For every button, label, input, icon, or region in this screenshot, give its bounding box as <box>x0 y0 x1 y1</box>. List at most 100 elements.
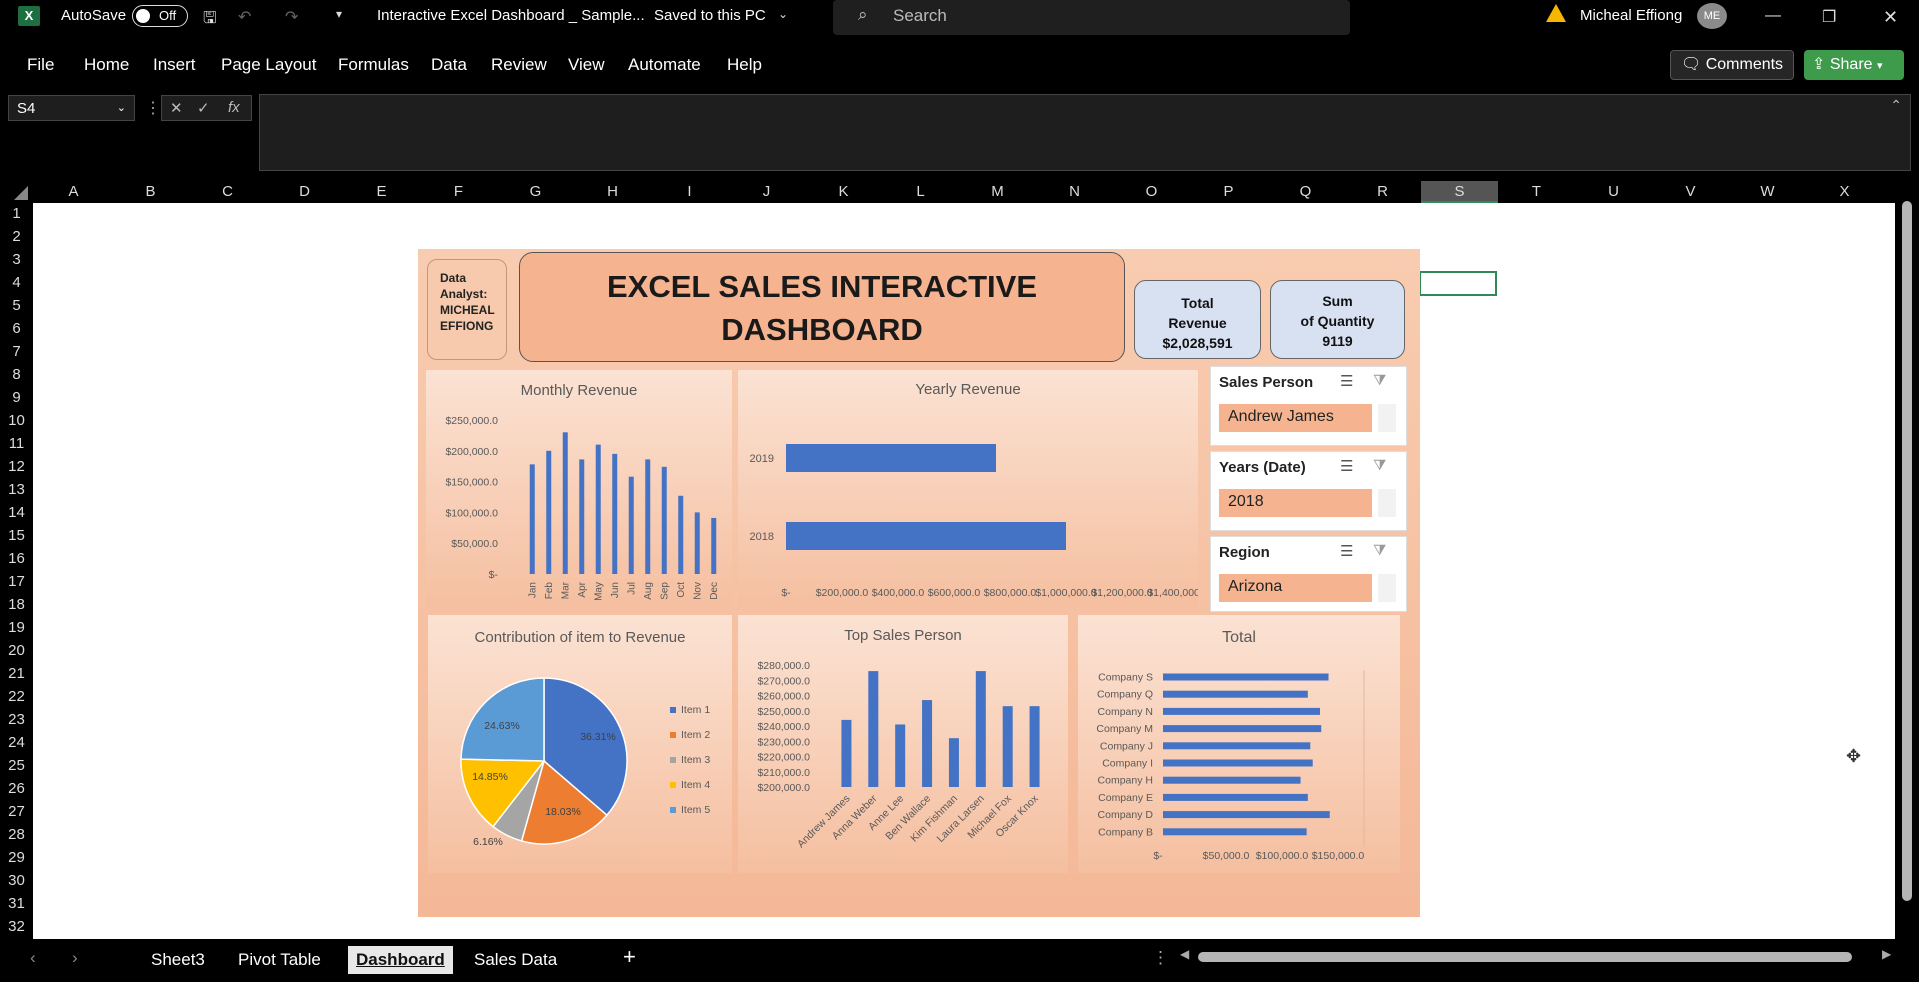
row-header[interactable]: 19 <box>0 619 33 636</box>
row-header[interactable]: 21 <box>0 665 33 682</box>
row-header[interactable]: 10 <box>0 412 33 429</box>
row-header[interactable]: 12 <box>0 458 33 475</box>
close-icon[interactable]: ✕ <box>1883 7 1898 28</box>
chevron-down-icon[interactable]: ⌄ <box>117 101 126 114</box>
formula-input[interactable]: ⌃ <box>259 94 1911 171</box>
row-header[interactable]: 30 <box>0 872 33 889</box>
column-header[interactable]: J <box>728 183 805 200</box>
clear-filter-icon[interactable]: ⧩ <box>1373 457 1386 474</box>
chevron-down-icon[interactable]: ⌄ <box>778 7 788 21</box>
row-header[interactable]: 28 <box>0 826 33 843</box>
scroll-thumb[interactable] <box>1902 201 1912 901</box>
more-icon[interactable]: ⋮ <box>145 98 161 118</box>
tab-home[interactable]: Home <box>84 55 129 75</box>
tab-help[interactable]: Help <box>727 55 762 75</box>
row-header[interactable]: 29 <box>0 849 33 866</box>
undo-icon[interactable]: ↶ <box>238 7 251 27</box>
save-status[interactable]: Saved to this PC <box>654 7 766 24</box>
column-header[interactable]: R <box>1344 183 1421 200</box>
horizontal-scrollbar[interactable] <box>1198 952 1852 962</box>
selected-cell[interactable] <box>1419 271 1497 296</box>
clear-filter-icon[interactable]: ⧩ <box>1373 372 1386 389</box>
slicer-region[interactable]: Region ☰ ⧩ Arizona <box>1210 536 1407 612</box>
row-header[interactable]: 11 <box>0 435 33 452</box>
slicer-scrollbar[interactable] <box>1378 489 1396 517</box>
column-header[interactable]: H <box>574 183 651 200</box>
sheet-tab-dashboard[interactable]: Dashboard <box>348 946 453 974</box>
name-box[interactable]: S4 ⌄ <box>8 95 135 121</box>
column-header[interactable]: P <box>1190 183 1267 200</box>
column-header[interactable]: B <box>112 183 189 200</box>
slicer-years[interactable]: Years (Date) ☰ ⧩ 2018 <box>1210 451 1407 531</box>
minimize-icon[interactable]: — <box>1765 7 1781 25</box>
sheet-tab-pivot-table[interactable]: Pivot Table <box>230 946 329 974</box>
column-header[interactable]: Q <box>1267 183 1344 200</box>
column-header[interactable]: A <box>35 183 112 200</box>
scroll-right-icon[interactable]: › <box>72 948 78 968</box>
tab-view[interactable]: View <box>568 55 605 75</box>
column-header[interactable]: M <box>959 183 1036 200</box>
row-header[interactable]: 26 <box>0 780 33 797</box>
save-icon[interactable]: 🖫 <box>203 7 217 34</box>
column-header[interactable]: L <box>882 183 959 200</box>
column-header[interactable]: C <box>189 183 266 200</box>
column-header[interactable]: K <box>805 183 882 200</box>
row-header[interactable]: 7 <box>0 343 33 360</box>
row-header[interactable]: 5 <box>0 297 33 314</box>
row-header[interactable]: 31 <box>0 895 33 912</box>
row-header[interactable]: 25 <box>0 757 33 774</box>
row-header[interactable]: 14 <box>0 504 33 521</box>
column-header[interactable]: S <box>1421 181 1498 203</box>
column-header[interactable]: O <box>1113 183 1190 200</box>
column-header[interactable]: T <box>1498 183 1575 200</box>
row-header[interactable]: 18 <box>0 596 33 613</box>
row-header[interactable]: 23 <box>0 711 33 728</box>
redo-icon[interactable]: ↷ <box>285 7 298 27</box>
multi-select-icon[interactable]: ☰ <box>1340 372 1353 390</box>
warning-icon[interactable] <box>1546 4 1566 22</box>
row-header[interactable]: 13 <box>0 481 33 498</box>
tab-file[interactable]: File <box>27 55 54 75</box>
autosave-toggle[interactable]: Off <box>132 5 188 27</box>
insert-function-icon[interactable]: fx <box>228 99 240 116</box>
scroll-left-icon[interactable]: ‹ <box>30 948 36 968</box>
row-header[interactable]: 16 <box>0 550 33 567</box>
column-header[interactable]: X <box>1806 183 1883 200</box>
tab-automate[interactable]: Automate <box>628 55 701 75</box>
restore-icon[interactable]: ❐ <box>1822 7 1836 27</box>
more-icon[interactable]: ⋮ <box>1152 948 1169 968</box>
select-all-button[interactable] <box>14 186 28 200</box>
multi-select-icon[interactable]: ☰ <box>1340 542 1353 560</box>
cancel-icon[interactable]: ✕ <box>170 99 183 117</box>
row-header[interactable]: 9 <box>0 389 33 406</box>
row-header[interactable]: 27 <box>0 803 33 820</box>
item-contribution-chart[interactable]: Contribution of item to Revenue 36.31% 18… <box>428 615 732 873</box>
row-header[interactable]: 20 <box>0 642 33 659</box>
clear-filter-icon[interactable]: ⧩ <box>1373 542 1386 559</box>
comments-button[interactable]: 🗨 Comments <box>1670 50 1794 80</box>
top-sales-person-chart[interactable]: Top Sales Person $280,000.0 $270,000.0 $26… <box>738 615 1068 873</box>
row-header[interactable]: 8 <box>0 366 33 383</box>
user-name[interactable]: Micheal Effiong <box>1580 7 1682 24</box>
column-header[interactable]: V <box>1652 183 1729 200</box>
row-header[interactable]: 4 <box>0 274 33 291</box>
row-header[interactable]: 15 <box>0 527 33 544</box>
sheet-tab-sheet3[interactable]: Sheet3 <box>143 946 213 974</box>
document-title[interactable]: Interactive Excel Dashboard _ Sample... <box>377 7 645 24</box>
slicer-scrollbar[interactable] <box>1378 574 1396 602</box>
tab-data[interactable]: Data <box>431 55 467 75</box>
slicer-item[interactable]: 2018 <box>1219 489 1372 517</box>
column-header[interactable]: I <box>651 183 728 200</box>
tab-insert[interactable]: Insert <box>153 55 196 75</box>
monthly-revenue-chart[interactable]: Monthly Revenue $250,000.0 $200,000.0 $150… <box>426 370 732 608</box>
enter-icon[interactable]: ✓ <box>197 99 210 117</box>
column-header[interactable]: E <box>343 183 420 200</box>
vertical-scrollbar[interactable] <box>1897 181 1919 939</box>
row-header[interactable]: 3 <box>0 251 33 268</box>
tab-page-layout[interactable]: Page Layout <box>221 55 316 75</box>
slicer-scrollbar[interactable] <box>1378 404 1396 432</box>
column-header[interactable]: G <box>497 183 574 200</box>
row-header[interactable]: 22 <box>0 688 33 705</box>
row-header[interactable]: 24 <box>0 734 33 751</box>
row-header[interactable]: 32 <box>0 918 33 935</box>
